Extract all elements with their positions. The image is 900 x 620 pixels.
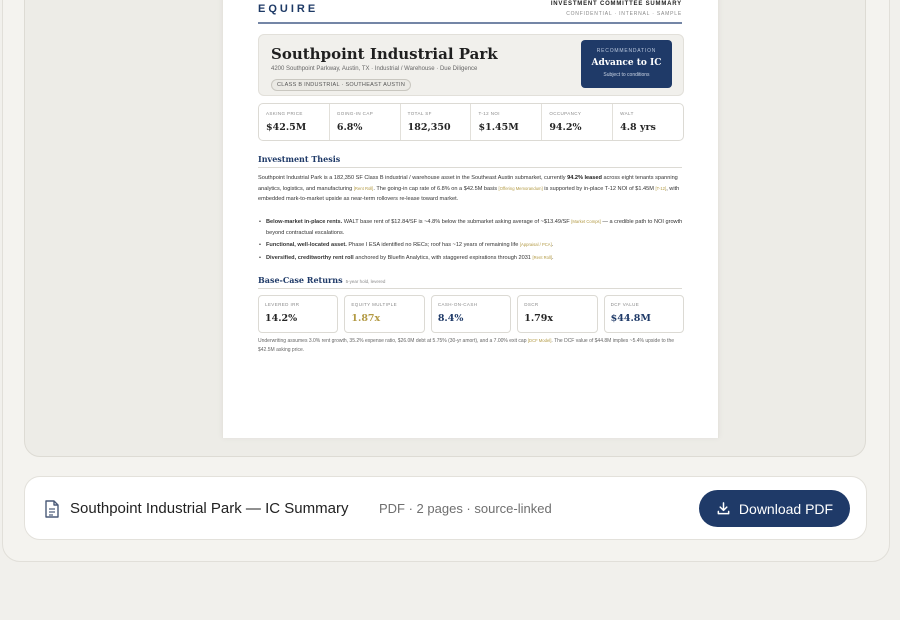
return-label: CASH-ON-CASH: [437, 302, 478, 307]
returns-strip: LEVERED IRR 14.2% EQUITY MULTIPLE 1.87x CA…: [258, 295, 685, 333]
list-item: Diversified, creditworthy rent roll anch…: [258, 253, 684, 264]
bullet-text: .: [552, 254, 554, 261]
return-value: 14.2%: [265, 313, 298, 324]
return-cell: DSCR 1.79x: [517, 295, 598, 333]
metric-value: 6.8%: [336, 122, 363, 133]
section-rule: [258, 167, 682, 168]
source-citation[interactable]: [Rent Roll]: [532, 255, 552, 260]
metric-value: 94.2%: [549, 122, 582, 133]
returns-title-text: Base-Case Returns: [258, 275, 343, 285]
download-button-label: Download PDF: [738, 500, 834, 517]
metric-cell: OCCUPANCY 94.2%: [542, 104, 614, 140]
metric-label: OCCUPANCY: [549, 111, 582, 116]
metric-label: TOTAL SF: [407, 111, 432, 116]
metric-cell: WALT 4.8 yrs: [613, 104, 683, 140]
list-item: Below-market in-place rents. WALT base r…: [258, 217, 684, 238]
bullet-heading: Functional, well-located asset.: [266, 242, 347, 249]
thesis-section-title: Investment Thesis: [258, 154, 341, 164]
thesis-text: Southpoint Industrial Park is a 182,350 …: [258, 175, 568, 181]
metric-label: T-12 NOI: [478, 111, 500, 116]
metric-label: ASKING PRICE: [266, 111, 303, 116]
source-citation[interactable]: [Offering Memorandum]: [499, 186, 543, 191]
recommendation-note: Subject to conditions: [603, 72, 650, 78]
recommendation-box: RECOMMENDATION Advance to IC Subject to …: [581, 40, 672, 88]
return-cell: CASH-ON-CASH 8.4%: [430, 295, 512, 333]
thesis-paragraph: Southpoint Industrial Park is a 182,350 …: [258, 173, 684, 205]
brand-logo: EQUIRE: [258, 3, 319, 15]
return-value: $44.8M: [610, 313, 651, 324]
returns-section-title: Base-Case Returns 5-year hold, levered: [258, 275, 385, 285]
bullet-text: Phase I ESA identified no RECs; roof has…: [346, 242, 520, 249]
metric-cell: ASKING PRICE $42.5M: [259, 104, 330, 140]
returns-note: 5-year hold, levered: [345, 279, 386, 284]
source-citation[interactable]: [Appraisal / PCA]: [520, 242, 552, 247]
property-hero: Southpoint Industrial Park 4200 Southpoi…: [258, 34, 684, 96]
underwriting-footnote: Underwriting assumes 3.0% rent growth, 3…: [258, 336, 684, 355]
key-metrics-strip: ASKING PRICE $42.5M GOING-IN CAP 6.8% TOTA…: [258, 103, 684, 141]
metric-label: WALT: [620, 111, 634, 116]
return-cell: LEVERED IRR 14.2%: [258, 295, 339, 333]
thesis-text: is supported by in-place T-12 NOI of $1.…: [542, 185, 656, 192]
download-icon: [717, 502, 730, 515]
file-info-bar: Southpoint Industrial Park — IC Summary …: [24, 476, 867, 540]
return-cell: DCF VALUE $44.8M: [603, 295, 685, 333]
source-citation[interactable]: [Rent Roll]: [354, 186, 374, 191]
footnote-text: Underwriting assumes 3.0% rent growth, 3…: [258, 338, 528, 344]
download-pdf-button[interactable]: Download PDF: [699, 490, 850, 527]
source-citation[interactable]: [Market Comps]: [571, 219, 601, 224]
thesis-highlight: 94.2% leased: [567, 175, 602, 181]
property-address: 4200 Southpoint Parkway, Austin, TX · In…: [271, 66, 478, 72]
return-label: EQUITY MULTIPLE: [351, 302, 397, 307]
document-preview-pane[interactable]: EQUIRE INVESTMENT COMMITTEE SUMMARY CONF…: [24, 0, 866, 457]
header-subtitle: CONFIDENTIAL · INTERNAL · SAMPLE: [566, 11, 682, 17]
source-citation[interactable]: [DCF Model]: [528, 338, 552, 343]
metric-label: GOING-IN CAP: [336, 111, 374, 116]
bullet-text: anchored by Bluefin Analytics, with stag…: [353, 254, 533, 261]
file-name: Southpoint Industrial Park — IC Summary: [70, 500, 349, 517]
header-title: INVESTMENT COMMITTEE SUMMARY: [550, 1, 682, 7]
section-rule: [258, 288, 682, 289]
metric-cell: TOTAL SF 182,350: [401, 104, 472, 140]
bullet-text: WALT base rent of $12.84/SF is ~4.8% bel…: [342, 219, 572, 225]
list-item: Functional, well-located asset. Phase I …: [258, 240, 684, 251]
bullet-heading: Diversified, creditworthy rent roll: [266, 254, 354, 261]
file-meta: PDF · 2 pages · source-linked: [379, 501, 552, 516]
bullet-heading: Below-market in-place rents.: [266, 219, 343, 225]
recommendation-label: RECOMMENDATION: [596, 48, 657, 54]
source-citation[interactable]: [T-12]: [655, 186, 666, 191]
thesis-text: . The going-in cap rate of 6.8% on a $42…: [373, 185, 499, 192]
metric-value: 182,350: [407, 122, 451, 133]
metric-cell: GOING-IN CAP 6.8%: [330, 104, 401, 140]
header-rule: [258, 22, 682, 24]
metric-value: 4.8 yrs: [620, 122, 656, 133]
return-value: 8.4%: [437, 313, 464, 324]
metric-value: $1.45M: [478, 122, 519, 133]
property-title: Southpoint Industrial Park: [271, 45, 498, 63]
document-icon: [45, 500, 59, 518]
return-value: 1.79x: [524, 313, 554, 324]
recommendation-value: Advance to IC: [591, 58, 662, 68]
return-cell: EQUITY MULTIPLE 1.87x: [344, 295, 425, 333]
metric-cell: T-12 NOI $1.45M: [471, 104, 543, 140]
return-label: LEVERED IRR: [265, 302, 300, 307]
return-label: DCF VALUE: [610, 302, 640, 307]
thesis-bullets: Below-market in-place rents. WALT base r…: [258, 217, 684, 265]
document-page: EQUIRE INVESTMENT COMMITTEE SUMMARY CONF…: [222, 0, 719, 438]
return-value: 1.87x: [351, 313, 381, 324]
metric-value: $42.5M: [266, 122, 307, 133]
bullet-text: .: [551, 242, 554, 249]
property-class-tag: CLASS B INDUSTRIAL · SOUTHEAST AUSTIN: [271, 79, 412, 91]
return-label: DSCR: [524, 302, 539, 307]
